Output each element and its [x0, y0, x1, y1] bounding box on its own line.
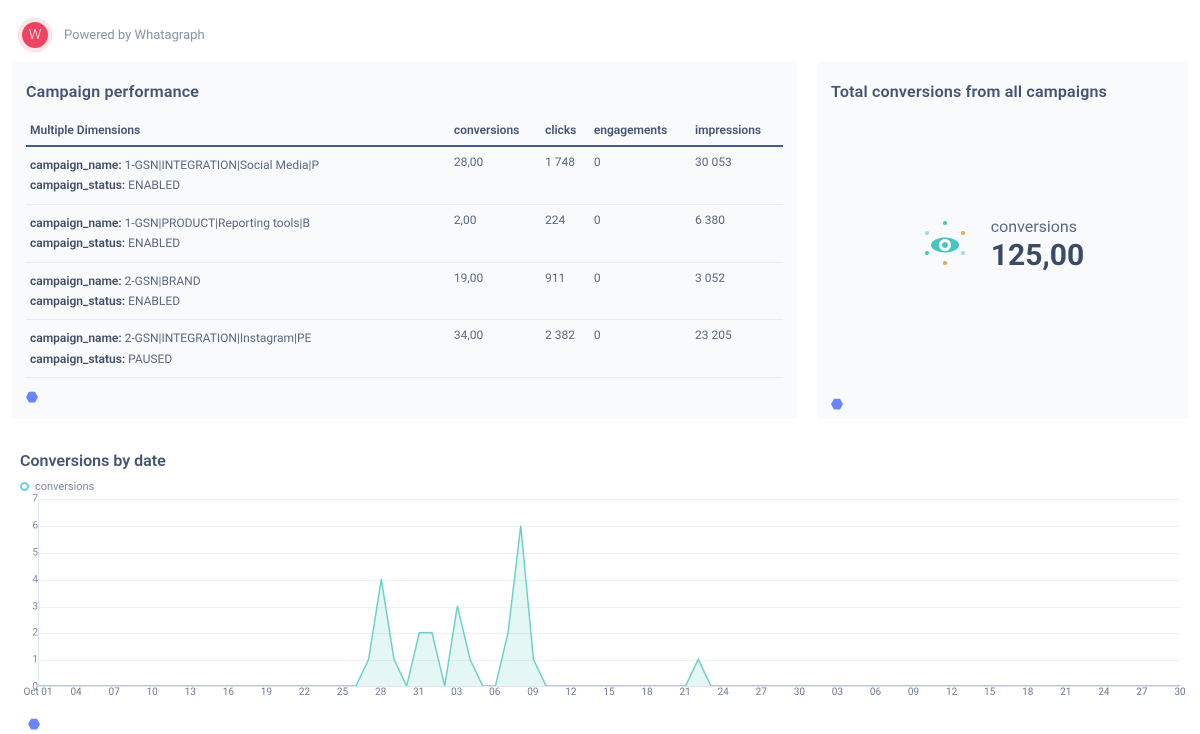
powered-by-label: Powered by Whatagraph: [64, 28, 205, 43]
total-conversions-panel: Total conversions from all campaigns con…: [817, 62, 1188, 419]
x-tick: 18: [1022, 687, 1033, 698]
x-tick: 10: [147, 687, 158, 698]
logo-icon: W: [18, 18, 52, 52]
cell-impressions: 23 205: [691, 320, 783, 378]
x-tick: 27: [1136, 687, 1147, 698]
chart-y-axis: 01234567: [20, 499, 38, 687]
cell-clicks: 224: [541, 204, 590, 262]
x-tick: 13: [185, 687, 196, 698]
cell-conversions: 34,00: [450, 320, 541, 378]
cell-dimension: campaign_name: 2-GSN|INTEGRATION|Instagr…: [26, 320, 450, 378]
y-tick: 7: [20, 494, 38, 505]
eye-icon: [921, 221, 969, 269]
metric-label: conversions: [991, 217, 1084, 236]
campaign-table: Multiple Dimensions conversions clicks e…: [26, 115, 783, 378]
x-tick: 25: [337, 687, 348, 698]
legend-label: conversions: [35, 480, 94, 493]
cell-impressions: 6 380: [691, 204, 783, 262]
cell-impressions: 30 053: [691, 146, 783, 204]
x-tick: 12: [946, 687, 957, 698]
cell-dimension: campaign_name: 2-GSN|BRANDcampaign_statu…: [26, 262, 450, 320]
x-tick: 12: [565, 687, 576, 698]
x-tick: 03: [832, 687, 843, 698]
x-tick: 16: [223, 687, 234, 698]
chart-area[interactable]: 01234567: [20, 499, 1180, 687]
x-tick: 30: [1174, 687, 1185, 698]
cell-dimension: campaign_name: 1-GSN|INTEGRATION|Social …: [26, 146, 450, 204]
table-row[interactable]: campaign_name: 2-GSN|BRANDcampaign_statu…: [26, 262, 783, 320]
cell-clicks: 2 382: [541, 320, 590, 378]
x-tick: Oct 01: [23, 687, 52, 698]
chart-plot[interactable]: [38, 499, 1180, 687]
chart-title: Conversions by date: [20, 451, 1180, 470]
data-source-icon[interactable]: [28, 715, 40, 727]
x-tick: 31: [413, 687, 424, 698]
chart-x-axis: Oct 010407101316192225283103060912151821…: [38, 687, 1180, 705]
y-tick: 2: [20, 628, 38, 639]
x-tick: 22: [299, 687, 310, 698]
cell-engagements: 0: [590, 262, 691, 320]
y-tick: 6: [20, 520, 38, 531]
table-row[interactable]: campaign_name: 1-GSN|PRODUCT|Reporting t…: [26, 204, 783, 262]
cell-engagements: 0: [590, 320, 691, 378]
chart-series: [39, 499, 1180, 686]
table-row[interactable]: campaign_name: 2-GSN|INTEGRATION|Instagr…: [26, 320, 783, 378]
cell-conversions: 2,00: [450, 204, 541, 262]
logo-letter: W: [29, 27, 42, 43]
x-tick: 28: [375, 687, 386, 698]
x-tick: 09: [527, 687, 538, 698]
col-clicks[interactable]: clicks: [541, 115, 590, 146]
cell-clicks: 911: [541, 262, 590, 320]
x-tick: 15: [984, 687, 995, 698]
x-tick: 30: [794, 687, 805, 698]
x-tick: 24: [718, 687, 729, 698]
y-tick: 1: [20, 655, 38, 666]
y-tick: 4: [20, 574, 38, 585]
data-source-icon[interactable]: [26, 388, 38, 400]
app-header: W Powered by Whatagraph: [0, 0, 1200, 62]
conversions-by-date-panel: Conversions by date conversions 01234567…: [12, 439, 1188, 734]
col-impressions[interactable]: impressions: [691, 115, 783, 146]
total-panel-title: Total conversions from all campaigns: [831, 82, 1174, 101]
col-engagements[interactable]: engagements: [590, 115, 691, 146]
x-tick: 06: [489, 687, 500, 698]
campaign-performance-panel: Campaign performance Multiple Dimensions…: [12, 62, 797, 419]
cell-dimension: campaign_name: 1-GSN|PRODUCT|Reporting t…: [26, 204, 450, 262]
y-tick: 5: [20, 547, 38, 558]
data-source-icon[interactable]: [831, 395, 843, 407]
x-tick: 21: [680, 687, 691, 698]
x-tick: 19: [261, 687, 272, 698]
col-dimensions[interactable]: Multiple Dimensions: [26, 115, 450, 146]
x-tick: 03: [451, 687, 462, 698]
table-header-row: Multiple Dimensions conversions clicks e…: [26, 115, 783, 146]
metric-value: 125,00: [991, 238, 1084, 273]
x-tick: 21: [1060, 687, 1071, 698]
cell-engagements: 0: [590, 146, 691, 204]
x-tick: 07: [109, 687, 120, 698]
x-tick: 18: [641, 687, 652, 698]
x-tick: 27: [756, 687, 767, 698]
col-conversions[interactable]: conversions: [450, 115, 541, 146]
table-row[interactable]: campaign_name: 1-GSN|INTEGRATION|Social …: [26, 146, 783, 204]
cell-engagements: 0: [590, 204, 691, 262]
x-tick: 09: [908, 687, 919, 698]
y-tick: 3: [20, 601, 38, 612]
chart-legend[interactable]: conversions: [20, 480, 1180, 493]
campaign-panel-title: Campaign performance: [26, 82, 783, 101]
x-tick: 24: [1098, 687, 1109, 698]
total-conversions-metric: conversions 125,00: [817, 217, 1188, 273]
cell-conversions: 19,00: [450, 262, 541, 320]
top-panels: Campaign performance Multiple Dimensions…: [0, 62, 1200, 419]
cell-conversions: 28,00: [450, 146, 541, 204]
legend-marker-icon: [20, 482, 29, 491]
x-tick: 04: [70, 687, 81, 698]
x-tick: 15: [603, 687, 614, 698]
x-tick: 06: [870, 687, 881, 698]
cell-impressions: 3 052: [691, 262, 783, 320]
cell-clicks: 1 748: [541, 146, 590, 204]
